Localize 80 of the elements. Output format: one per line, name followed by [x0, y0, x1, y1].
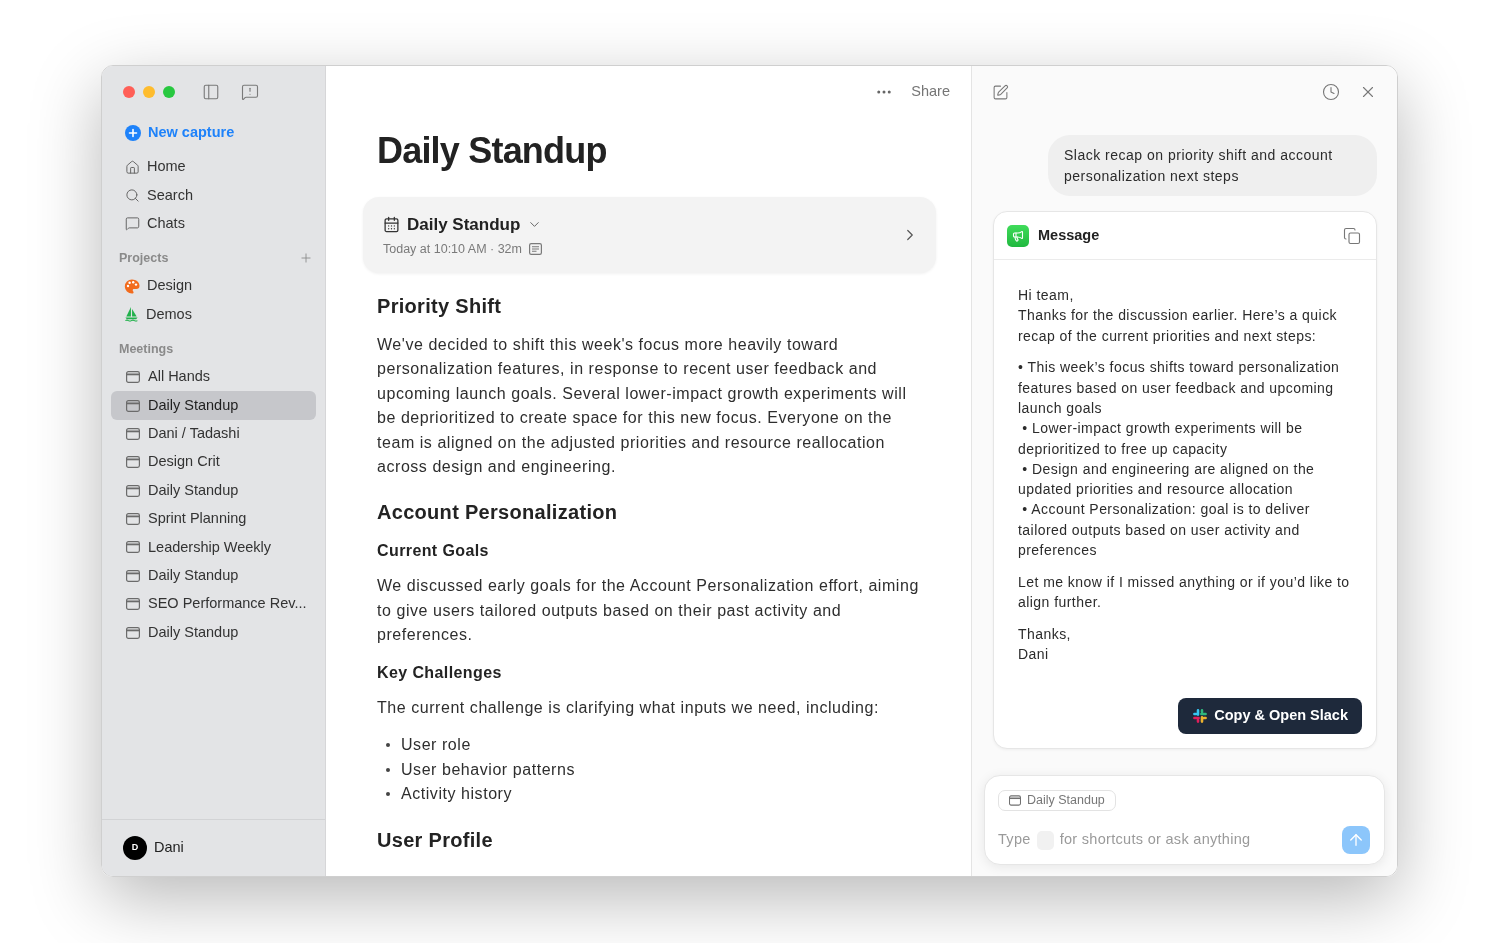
paragraph: The current challenge is clarifying what inputs we need, including:	[377, 697, 880, 718]
calendar-window-icon	[126, 484, 140, 497]
meeting-item[interactable]: Leadership Weekly	[111, 533, 316, 562]
calendar-window-icon	[126, 456, 140, 469]
home-icon	[125, 159, 140, 175]
history-icon[interactable]	[1322, 83, 1340, 101]
placeholder-text: Type	[998, 830, 1031, 850]
message-text: • Account Personalization: goal is to deliver tailored outputs based on user activity and preferences	[1018, 500, 1311, 561]
message-text: Dani	[1018, 645, 1050, 665]
bullet-text: User behavior patterns	[401, 759, 575, 780]
meeting-item[interactable]: Daily Standup	[111, 476, 316, 505]
placeholder-text: for shortcuts or ask anything	[1059, 830, 1251, 850]
section-label: Meetings	[119, 340, 174, 358]
message-text: • Design and engineering are aligned on the updated priorities and resource allocation	[1018, 459, 1316, 500]
meeting-item[interactable]: All Hands	[111, 362, 316, 392]
calendar-window-icon	[126, 513, 140, 526]
bullet-icon	[386, 743, 390, 748]
meeting-item[interactable]: SEO Performance Rev...	[111, 590, 316, 619]
share-button[interactable]: Share	[911, 81, 950, 103]
paragraph: We've decided to shift this week's focus more heavily toward personalization features, in response to recent user feedback and upcoming launch goals. Several lower-impact growth experiments will be deprioritized to create space for this new focus. Everyone on the team is aligned on the adjusted priorities and resource reallocation across design and engineering.	[377, 335, 908, 478]
sailboat-icon	[124, 306, 139, 324]
meeting-card[interactable]: Daily Standup Today at 10:10 AM · 32m	[363, 197, 936, 273]
section-heading: User Profile	[377, 827, 494, 853]
meeting-item[interactable]: Dani / Tadashi	[111, 419, 316, 449]
calendar-icon	[383, 216, 400, 233]
paragraph: We discussed early goals for the Account Personalization effort, aiming to give users tailored outputs based on their past activity and preferences.	[377, 576, 920, 646]
context-chip[interactable]: Daily Standup	[998, 790, 1116, 811]
project-item[interactable]: Design	[111, 272, 316, 301]
avatar[interactable]: D	[123, 836, 147, 860]
calendar-window-icon	[126, 371, 140, 384]
user-name: Dani	[154, 838, 184, 858]
calendar-window-icon	[126, 626, 140, 639]
bullet-icon	[386, 767, 390, 772]
chat-bubble-icon	[125, 216, 140, 232]
calendar-window-icon	[126, 598, 140, 611]
bullet-text: Activity history	[401, 784, 513, 805]
message-text: Hi team,	[1018, 286, 1075, 305]
copy-icon[interactable]	[1343, 226, 1361, 245]
message-text: Let me know if I missed anything or if you’d like to align further.	[1018, 572, 1351, 613]
sidebar-toggle-icon[interactable]	[202, 83, 220, 101]
palette-icon	[124, 278, 140, 294]
message-text: • Lower-impact growth experiments will be deprioritized to free up capacity	[1018, 419, 1304, 459]
meeting-item[interactable]: Sprint Planning	[111, 504, 316, 534]
feedback-icon[interactable]	[241, 83, 259, 101]
meeting-item[interactable]: Daily Standup	[111, 391, 316, 420]
subsection-heading: Current Goals	[377, 541, 490, 562]
prompt-bubble: Slack recap on priority shift and account personalization next steps	[1048, 135, 1377, 196]
search-icon	[125, 188, 140, 204]
nav-item[interactable]: Home	[111, 153, 316, 182]
subsection-heading: Key Challenges	[377, 662, 503, 683]
meeting-item[interactable]: Design Crit	[111, 448, 316, 477]
meeting-item[interactable]: Daily Standup	[111, 561, 316, 591]
project-item[interactable]: Demos	[111, 300, 316, 329]
calendar-window-icon	[126, 427, 140, 440]
close-window-icon[interactable]	[123, 86, 135, 98]
bullet-text: User role	[401, 735, 471, 756]
message-text: Thanks,	[1018, 624, 1072, 644]
notes-icon	[528, 242, 542, 255]
logo-icon	[1192, 707, 1209, 724]
calendar-window-icon	[126, 399, 140, 412]
section-heading: Account Personalization	[377, 500, 619, 526]
copy-open-slack-button[interactable]: Copy & Open Slack	[1178, 697, 1362, 734]
message-card-title: Message	[1038, 225, 1100, 245]
message-text: Thanks for the discussion earlier. Here’s a quick recap of the current priorities and next steps:	[1018, 306, 1339, 346]
section-heading: Priority Shift	[377, 294, 503, 319]
meeting-meta: Today at 10:10 AM · 32m	[383, 240, 522, 257]
nav-item[interactable]: Search	[111, 181, 316, 210]
calendar-window-icon	[1009, 795, 1021, 806]
nav-item[interactable]: Chats	[111, 209, 316, 239]
section-label: Projects	[119, 249, 169, 267]
message-text: • This week’s focus shifts toward personalization features based on user feedback and upcoming launch goals	[1018, 358, 1341, 418]
page-title: Daily Standup	[377, 129, 608, 173]
calendar-window-icon	[126, 541, 140, 554]
meeting-item[interactable]: Daily Standup	[111, 618, 316, 647]
megaphone-icon	[1007, 224, 1029, 247]
bullet-icon	[386, 792, 390, 797]
meeting-title: Daily Standup	[407, 213, 521, 236]
compose-icon[interactable]	[992, 83, 1009, 101]
plus-circle-icon	[125, 125, 141, 141]
calendar-window-icon	[126, 569, 140, 582]
